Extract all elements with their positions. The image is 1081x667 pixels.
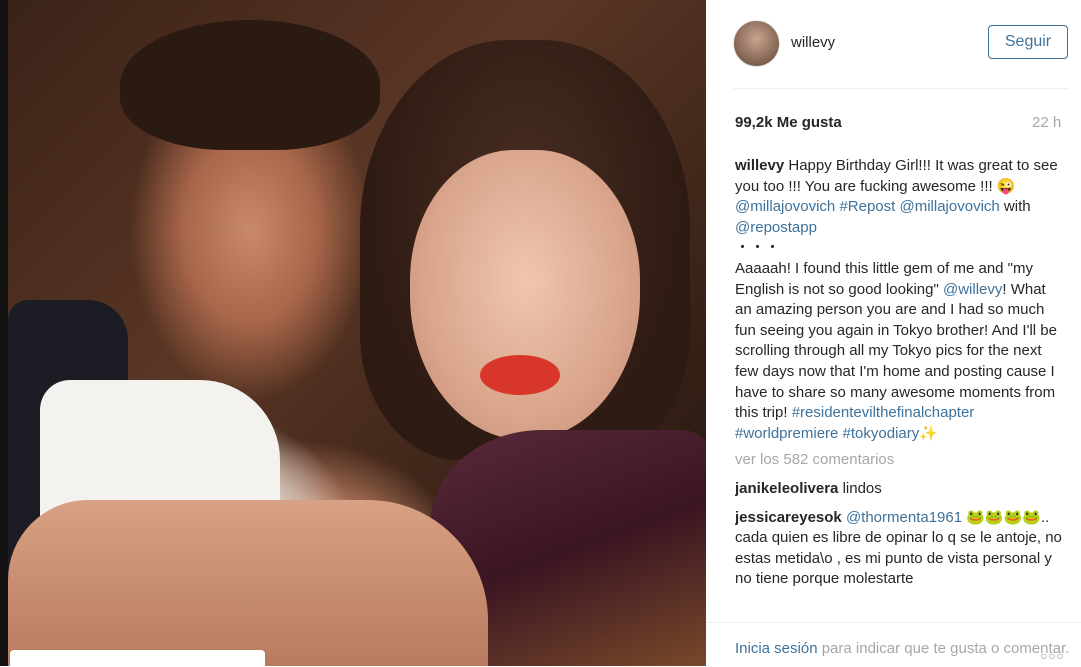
photo-woman-face bbox=[410, 150, 640, 440]
follow-button[interactable]: Seguir bbox=[988, 25, 1068, 59]
comment-username[interactable]: janikeleolivera bbox=[735, 480, 838, 497]
mention-link[interactable]: @willevy bbox=[943, 281, 1002, 298]
hashtag-link[interactable]: #worldpremiere bbox=[735, 425, 838, 442]
hashtag-link[interactable]: #tokyodiary bbox=[843, 425, 920, 442]
caption-username[interactable]: willevy bbox=[735, 157, 784, 174]
caption-text: Happy Birthday Girl!!! It was great to s… bbox=[735, 157, 1058, 195]
avatar[interactable] bbox=[733, 20, 780, 67]
header-divider bbox=[733, 88, 1068, 89]
caption-body: ! What an amazing person you are and I h… bbox=[735, 280, 1057, 422]
comment-item: jessicareyesok @thormenta1961 🐸🐸🐸🐸.. cad… bbox=[735, 508, 1065, 590]
mention-link[interactable]: @repostapp bbox=[735, 219, 817, 236]
caption: willevy Happy Birthday Girl!!! It was gr… bbox=[735, 156, 1065, 444]
post-sidebar: willevy Seguir 99,2k Me gusta 22 h wille… bbox=[706, 0, 1081, 666]
view-all-comments-link[interactable]: ver los 582 comentarios bbox=[735, 450, 1065, 471]
post-header: willevy Seguir bbox=[706, 0, 1081, 88]
photo-woman-lips bbox=[480, 355, 560, 395]
login-prompt: Inicia sesión para indicar que te gusta … bbox=[735, 640, 1069, 657]
photo-man-hair bbox=[120, 20, 380, 150]
photo-overlay-tag bbox=[10, 650, 265, 666]
comment-text: lindos bbox=[842, 479, 882, 497]
caption-with: with bbox=[999, 198, 1031, 216]
photo-arm bbox=[8, 500, 488, 666]
post-photo[interactable] bbox=[0, 0, 706, 666]
comment-username[interactable]: jessicareyesok bbox=[735, 509, 842, 526]
post-time[interactable]: 22 h bbox=[1032, 114, 1061, 131]
hashtag-link[interactable]: #residentevilthefinalchapter bbox=[792, 404, 975, 421]
comments-list: willevy Happy Birthday Girl!!! It was gr… bbox=[735, 156, 1065, 618]
caption-dots: ・・・ bbox=[735, 239, 781, 257]
mention-link[interactable]: @millajovovich bbox=[899, 198, 999, 215]
mention-link[interactable]: @millajovovich bbox=[735, 198, 835, 215]
comment-item: janikeleolivera lindos bbox=[735, 479, 1065, 500]
header-username[interactable]: willevy bbox=[791, 34, 835, 51]
sparkle-icon: ✨ bbox=[919, 424, 938, 442]
hashtag-link[interactable]: #Repost bbox=[839, 198, 895, 215]
more-options-icon[interactable]: ○○○ bbox=[1040, 649, 1065, 663]
mention-link[interactable]: @thormenta1961 bbox=[846, 509, 962, 526]
login-footer: Inicia sesión para indicar que te gusta … bbox=[706, 622, 1081, 667]
photo-edge bbox=[0, 0, 8, 666]
likes-count[interactable]: 99,2k Me gusta bbox=[735, 114, 842, 131]
login-link[interactable]: Inicia sesión bbox=[735, 640, 818, 657]
login-rest-text: para indicar que te gusta o comentar. bbox=[817, 640, 1070, 657]
